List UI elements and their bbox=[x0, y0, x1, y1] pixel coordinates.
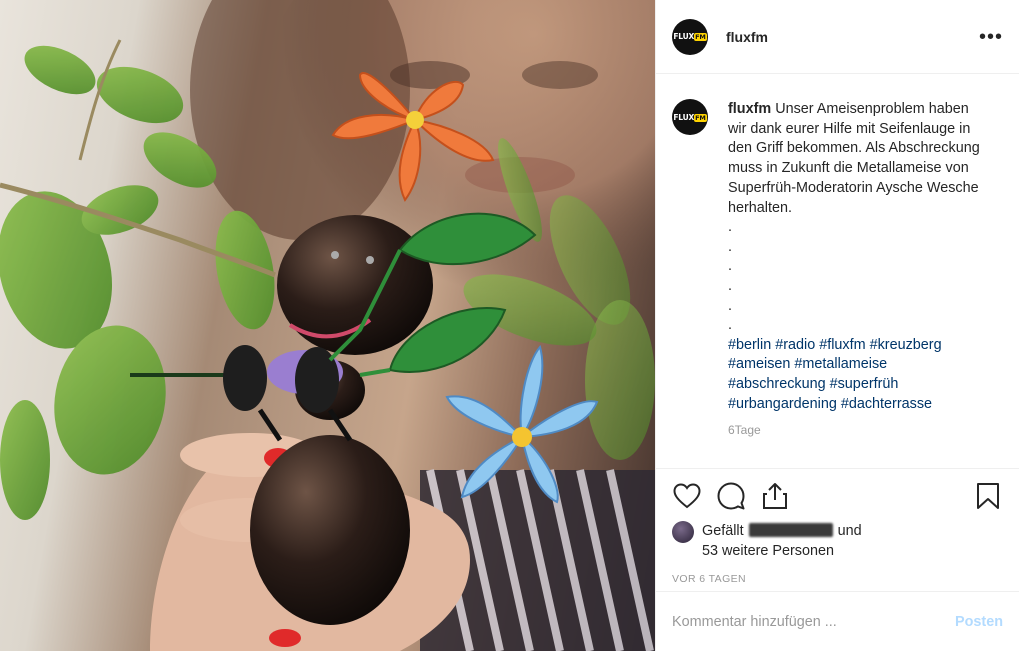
caption-avatar[interactable]: FLUXFM bbox=[672, 99, 708, 135]
action-icons bbox=[672, 469, 1003, 523]
caption-section: FLUXFM fluxfm Unser Ameisenproblem haben … bbox=[656, 74, 1019, 468]
comment-icon[interactable] bbox=[716, 481, 746, 511]
bookmark-icon[interactable] bbox=[973, 481, 1003, 511]
redacted-username bbox=[748, 523, 833, 537]
dot-line: . bbox=[728, 317, 732, 334]
hashtag-link[interactable]: #radio bbox=[775, 337, 815, 353]
liker-avatar[interactable] bbox=[672, 521, 694, 543]
comment-input[interactable] bbox=[672, 613, 956, 630]
author-username[interactable]: fluxfm bbox=[726, 29, 768, 45]
likes-more-link[interactable]: 53 weitere Personen bbox=[702, 543, 834, 559]
post-header: FLUXFM fluxfm ••• bbox=[656, 0, 1019, 74]
hashtag-link[interactable]: #superfrüh bbox=[830, 376, 899, 392]
hashtag-link[interactable]: #dachterrasse bbox=[841, 396, 932, 412]
caption-text: fluxfm Unser Ameisenproblem haben wir dan… bbox=[728, 100, 990, 218]
actions-section: Gefällt und 53 weitere Personen VOR 6 TA… bbox=[656, 468, 1019, 585]
avatar-logo-text: FLUXFM bbox=[673, 112, 707, 122]
hashtag-line: #ameisen #metallameise bbox=[728, 355, 990, 375]
hashtag-link[interactable]: #urbangardening bbox=[728, 396, 837, 412]
hashtag-line: #urbangardening #dachterrasse bbox=[728, 395, 990, 415]
likes-text: Gefällt und 53 weitere Personen bbox=[702, 521, 862, 561]
likes-row: Gefällt und 53 weitere Personen bbox=[672, 521, 1003, 561]
ant-photo-illustration bbox=[0, 0, 655, 651]
post-photo[interactable] bbox=[0, 0, 655, 651]
hashtag-link[interactable]: #fluxfm bbox=[819, 337, 865, 353]
caption-message: Unser Ameisenproblem haben wir dank eure… bbox=[728, 101, 980, 216]
post-sidebar: FLUXFM fluxfm ••• FLUXFM fluxfm Unser Ame… bbox=[655, 0, 1019, 651]
dot-line: . bbox=[728, 278, 732, 294]
hashtag-line: #berlin #radio #fluxfm #kreuzberg bbox=[728, 336, 990, 356]
comment-box: Posten bbox=[656, 591, 1019, 651]
likes-suffix: und bbox=[837, 523, 862, 539]
heart-icon[interactable] bbox=[672, 481, 702, 511]
hashtag-link[interactable]: #kreuzberg bbox=[870, 337, 942, 353]
share-icon[interactable] bbox=[760, 481, 790, 511]
post-timestamp: VOR 6 TAGEN bbox=[672, 573, 747, 585]
hashtag-link[interactable]: #abschreckung bbox=[728, 376, 826, 392]
caption-username[interactable]: fluxfm bbox=[728, 101, 771, 117]
hashtag-link[interactable]: #berlin bbox=[728, 337, 771, 353]
hashtag-block: #berlin #radio #fluxfm #kreuzberg #ameis… bbox=[728, 336, 990, 415]
hashtag-link[interactable]: #ameisen bbox=[728, 356, 790, 372]
caption-body: fluxfm Unser Ameisenproblem haben wir dan… bbox=[728, 100, 990, 468]
dot-line: . bbox=[728, 258, 732, 275]
more-options-icon[interactable]: ••• bbox=[979, 27, 1003, 47]
fluxfm-logo-avatar[interactable]: FLUXFM bbox=[672, 18, 708, 55]
dot-line: . bbox=[728, 297, 732, 314]
post-comment-button[interactable]: Posten bbox=[955, 614, 1003, 630]
avatar-logo-text: FLUXFM bbox=[673, 32, 707, 41]
dot-line: . bbox=[728, 238, 732, 255]
caption-dots: . . . . . . bbox=[728, 218, 990, 336]
hashtag-link[interactable]: #metallameise bbox=[794, 356, 887, 372]
hashtag-line: #abschreckung #superfrüh bbox=[728, 375, 990, 395]
caption-age: 6Tage bbox=[728, 422, 761, 437]
dot-line: . bbox=[728, 219, 732, 236]
likes-prefix: Gefällt bbox=[702, 523, 744, 539]
